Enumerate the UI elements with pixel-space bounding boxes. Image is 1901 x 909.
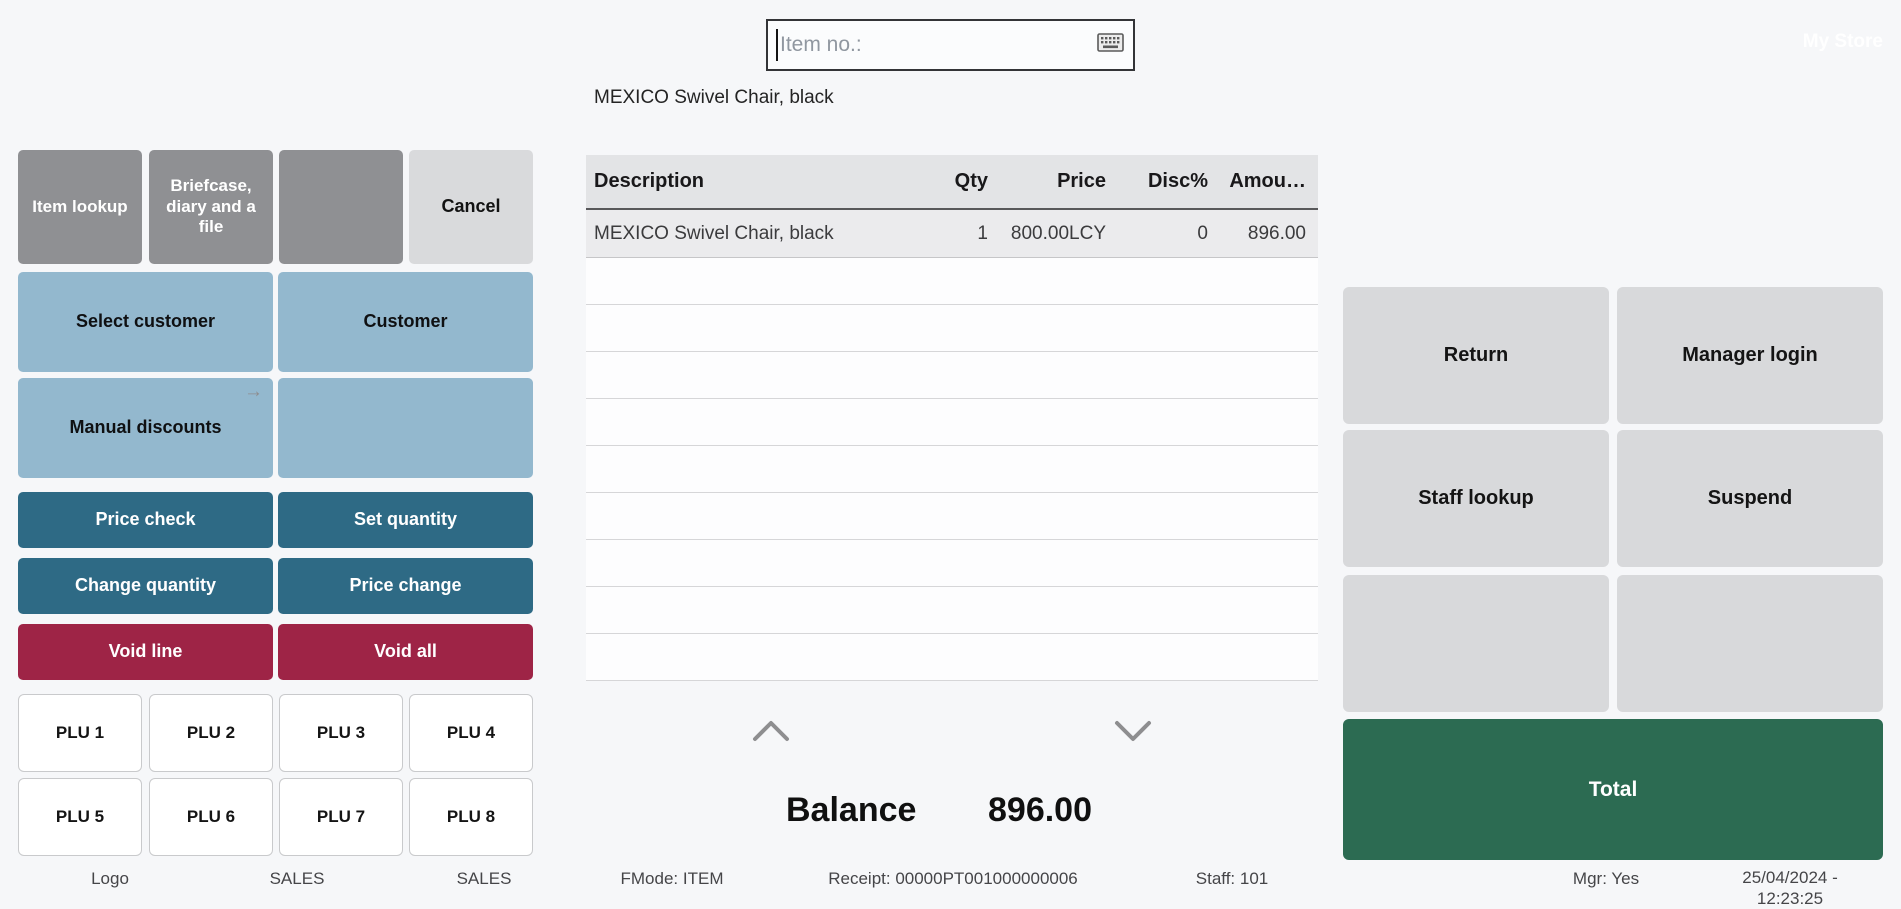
- void-line-button[interactable]: Void line: [18, 624, 273, 680]
- price-check-button[interactable]: Price check: [18, 492, 273, 548]
- pos-sales-screen: { "header": { "item_input_placeholder": …: [0, 0, 1901, 901]
- empty-receipt-row: [586, 634, 1318, 681]
- status-receipt-number: Receipt: 00000PT001000000006: [828, 869, 1078, 889]
- void-all-button[interactable]: Void all: [278, 624, 533, 680]
- line-amount: 896.00: [1208, 223, 1306, 245]
- status-logo: Logo: [91, 869, 129, 889]
- status-datetime: 25/04/2024 - 12:23:25: [1742, 867, 1837, 909]
- column-header-description: Description: [594, 170, 898, 193]
- cancel-button[interactable]: Cancel: [409, 150, 533, 264]
- chevron-down-icon: [1113, 719, 1153, 743]
- empty-receipt-row: [586, 258, 1318, 305]
- empty-receipt-row: [586, 399, 1318, 446]
- blank-right-button[interactable]: [1617, 575, 1883, 712]
- manual-discounts-button[interactable]: → Manual discounts: [18, 378, 273, 478]
- customer-button[interactable]: Customer: [278, 272, 533, 372]
- line-qty: 1: [898, 223, 988, 245]
- plu-5-button[interactable]: PLU 5: [18, 778, 142, 856]
- status-manager-flag: Mgr: Yes: [1573, 869, 1639, 889]
- empty-receipt-row: [586, 305, 1318, 352]
- store-name: My Store: [1803, 31, 1883, 53]
- plu-7-button[interactable]: PLU 7: [279, 778, 403, 856]
- blank-blue-button[interactable]: [278, 378, 533, 478]
- select-customer-button[interactable]: Select customer: [18, 272, 273, 372]
- manager-login-button[interactable]: Manager login: [1617, 287, 1883, 424]
- return-button[interactable]: Return: [1343, 287, 1609, 424]
- scanned-item-name: MEXICO Swivel Chair, black: [594, 87, 834, 109]
- suspend-button[interactable]: Suspend: [1617, 430, 1883, 567]
- column-header-price: Price: [988, 170, 1106, 193]
- change-quantity-button[interactable]: Change quantity: [18, 558, 273, 614]
- status-date-line1: 25/04/2024 -: [1742, 868, 1837, 887]
- plu-8-button[interactable]: PLU 8: [409, 778, 533, 856]
- plu-6-button[interactable]: PLU 6: [149, 778, 273, 856]
- empty-receipt-row: [586, 587, 1318, 634]
- plu-2-button[interactable]: PLU 2: [149, 694, 273, 772]
- empty-receipt-row: [586, 493, 1318, 540]
- staff-lookup-button[interactable]: Staff lookup: [1343, 430, 1609, 567]
- column-header-qty: Qty: [898, 170, 988, 193]
- total-button[interactable]: Total: [1343, 719, 1883, 860]
- receipt-line[interactable]: MEXICO Swivel Chair, black 1 800.00LCY 0…: [586, 210, 1318, 258]
- status-sales-mode-1: SALES: [270, 869, 325, 889]
- receipt-table: Description Qty Price Disc% Amou… MEXICO…: [586, 155, 1318, 681]
- empty-receipt-row: [586, 352, 1318, 399]
- item-number-input[interactable]: Item no.:: [766, 19, 1135, 71]
- item-input-placeholder: Item no.:: [780, 33, 862, 57]
- balance-label: Balance: [786, 791, 916, 830]
- status-fmode: FMode: ITEM: [621, 869, 724, 889]
- scroll-down-button[interactable]: [1113, 719, 1153, 743]
- plu-4-button[interactable]: PLU 4: [409, 694, 533, 772]
- text-caret: [776, 29, 778, 61]
- line-price: 800.00LCY: [988, 223, 1106, 245]
- column-header-disc: Disc%: [1106, 170, 1208, 193]
- empty-receipt-row: [586, 446, 1318, 493]
- status-staff-id: Staff: 101: [1196, 869, 1268, 889]
- chevron-up-icon: [751, 719, 791, 743]
- price-change-button[interactable]: Price change: [278, 558, 533, 614]
- status-sales-mode-2: SALES: [457, 869, 512, 889]
- plu-3-button[interactable]: PLU 3: [279, 694, 403, 772]
- receipt-table-header: Description Qty Price Disc% Amou…: [586, 155, 1318, 210]
- line-description: MEXICO Swivel Chair, black: [594, 223, 898, 245]
- plu-1-button[interactable]: PLU 1: [18, 694, 142, 772]
- briefcase-diary-file-button[interactable]: Briefcase, diary and a file: [149, 150, 273, 264]
- blank-right-button[interactable]: [1343, 575, 1609, 712]
- balance-value: 896.00: [988, 791, 1092, 830]
- status-date-line2: 12:23:25: [1757, 889, 1823, 908]
- column-header-amount: Amou…: [1208, 170, 1306, 193]
- line-disc: 0: [1106, 223, 1208, 245]
- submenu-arrow-icon: →: [244, 380, 263, 403]
- keyboard-icon[interactable]: [1097, 33, 1124, 57]
- manual-discounts-label: Manual discounts: [69, 417, 221, 439]
- empty-receipt-row: [586, 540, 1318, 587]
- scroll-up-button[interactable]: [751, 719, 791, 743]
- set-quantity-button[interactable]: Set quantity: [278, 492, 533, 548]
- item-lookup-button[interactable]: Item lookup: [18, 150, 142, 264]
- blank-gray-button[interactable]: [279, 150, 403, 264]
